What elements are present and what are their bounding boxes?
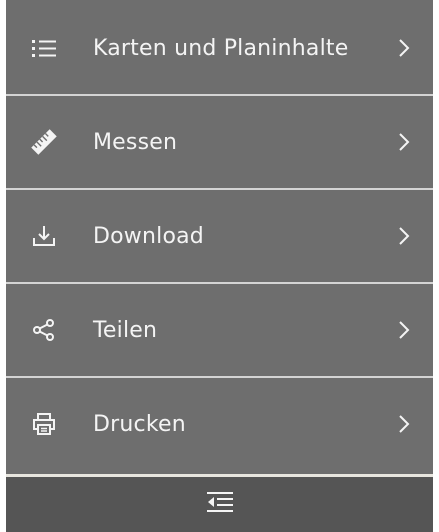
menu-item-label: Download	[93, 223, 204, 249]
menu-item-label: Drucken	[93, 411, 186, 437]
side-menu-panel: Karten und Planinhalte Messen Download T…	[6, 0, 433, 532]
share-icon	[30, 316, 58, 344]
list-icon	[30, 34, 58, 62]
ruler-icon	[30, 128, 58, 156]
menu-item-label: Karten und Planinhalte	[93, 35, 349, 61]
collapse-menu-icon	[205, 490, 235, 520]
chevron-right-icon	[395, 225, 413, 247]
menu-footer	[6, 474, 433, 532]
menu-item-teilen[interactable]: Teilen	[6, 284, 433, 376]
chevron-right-icon	[395, 413, 413, 435]
menu-item-drucken[interactable]: Drucken	[6, 378, 433, 470]
menu-item-label: Teilen	[93, 317, 158, 343]
menu-item-label: Messen	[93, 129, 178, 155]
printer-icon	[30, 410, 58, 438]
menu-item-download[interactable]: Download	[6, 190, 433, 282]
collapse-menu-button[interactable]	[202, 489, 238, 521]
chevron-right-icon	[395, 37, 413, 59]
download-icon	[30, 222, 58, 250]
menu-item-karten-und-planinhalte[interactable]: Karten und Planinhalte	[6, 2, 433, 94]
chevron-right-icon	[395, 319, 413, 341]
chevron-right-icon	[395, 131, 413, 153]
menu-item-messen[interactable]: Messen	[6, 96, 433, 188]
